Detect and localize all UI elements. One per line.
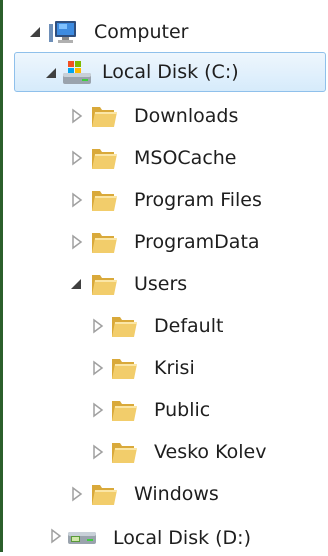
tree-item-msocache[interactable]: MSOCache [3, 138, 328, 178]
folder-icon [89, 270, 119, 298]
tree-item-label: Local Disk (D:) [113, 527, 251, 549]
folder-icon [109, 354, 139, 382]
tree-item-computer[interactable]: Computer [3, 12, 328, 52]
collapsed-arrow-icon[interactable] [92, 402, 104, 418]
collapsed-arrow-icon[interactable] [50, 528, 62, 544]
tree-item-downloads[interactable]: Downloads [3, 96, 328, 136]
folder-icon [109, 438, 139, 466]
tree-item-label: Downloads [134, 105, 239, 127]
tree-item-default[interactable]: Default [3, 306, 328, 346]
computer-icon [47, 18, 77, 46]
tree-item-public[interactable]: Public [3, 390, 328, 430]
folder-icon [89, 228, 119, 256]
local-disk-icon [62, 59, 92, 87]
tree-item-label: Program Files [134, 189, 262, 211]
expanded-arrow-icon[interactable] [30, 24, 42, 40]
tree-item-vesko-kolev[interactable]: Vesko Kolev [3, 432, 328, 472]
collapsed-arrow-icon[interactable] [71, 486, 83, 502]
folder-tree: Computer Local Disk (C:) Downloads MSOCa… [3, 0, 328, 552]
folder-icon [109, 312, 139, 340]
tree-item-label: ProgramData [134, 231, 260, 253]
tree-item-krisi[interactable]: Krisi [3, 348, 328, 388]
collapsed-arrow-icon[interactable] [92, 444, 104, 460]
folder-icon [109, 396, 139, 424]
local-disk-icon [67, 522, 97, 550]
tree-item-label: MSOCache [134, 147, 237, 169]
collapsed-arrow-icon[interactable] [71, 108, 83, 124]
expanded-arrow-icon[interactable] [71, 276, 83, 292]
collapsed-arrow-icon[interactable] [71, 192, 83, 208]
folder-icon [89, 102, 119, 130]
tree-item-label: Public [154, 399, 211, 421]
tree-item-label: Computer [94, 21, 189, 43]
collapsed-arrow-icon[interactable] [92, 360, 104, 376]
folder-icon [89, 186, 119, 214]
collapsed-arrow-icon[interactable] [71, 234, 83, 250]
tree-item-label: Krisi [154, 357, 195, 379]
tree-item-label: Default [154, 315, 224, 337]
tree-item-program-files[interactable]: Program Files [3, 180, 328, 220]
tree-item-label: Local Disk (C:) [102, 61, 239, 83]
collapsed-arrow-icon[interactable] [92, 318, 104, 334]
folder-icon [89, 144, 119, 172]
tree-item-users[interactable]: Users [3, 264, 328, 304]
tree-item-label: Users [134, 273, 188, 295]
tree-item-label: Windows [134, 483, 219, 505]
folder-icon [89, 480, 119, 508]
expanded-arrow-icon[interactable] [46, 65, 58, 81]
tree-item-programdata[interactable]: ProgramData [3, 222, 328, 262]
tree-item-label: Vesko Kolev [154, 441, 267, 463]
tree-item-windows[interactable]: Windows [3, 474, 328, 514]
collapsed-arrow-icon[interactable] [71, 150, 83, 166]
tree-item-local-disk-c[interactable]: Local Disk (C:) [14, 52, 326, 92]
tree-item-local-disk-d[interactable]: Local Disk (D:) [3, 516, 328, 556]
